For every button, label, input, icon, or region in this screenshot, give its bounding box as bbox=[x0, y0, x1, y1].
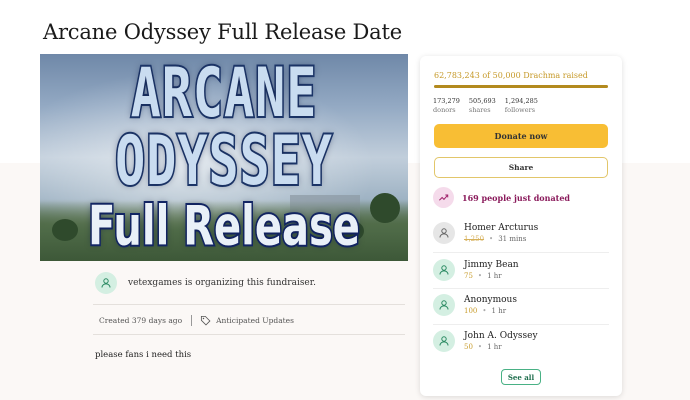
see-all-button[interactable]: See all bbox=[501, 369, 541, 385]
donor-meta: 1,250 • 31 mins bbox=[464, 234, 538, 244]
donor-name: Anonymous bbox=[464, 295, 517, 305]
donor-amount: 75 bbox=[464, 272, 473, 280]
meta-dot: • bbox=[482, 307, 487, 315]
donation-item: Homer Arcturus 1,250 • 31 mins bbox=[433, 215, 609, 251]
progress-fill bbox=[434, 85, 608, 88]
page-title: Arcane Odyssey Full Release Date bbox=[43, 20, 402, 44]
stat-value: 505,693 bbox=[468, 97, 496, 105]
story-text: please fans i need this bbox=[95, 350, 192, 360]
donor-info: John A. Odyssey 50 • 1 hr bbox=[464, 330, 538, 352]
organizer-text: vetexgames is organizing this fundraiser… bbox=[128, 278, 316, 288]
donor-name: Jimmy Bean bbox=[464, 260, 519, 270]
hero-title-line3: Full Release bbox=[87, 194, 362, 260]
tag-icon bbox=[201, 315, 211, 326]
donor-amount: 50 bbox=[464, 343, 473, 351]
meta-dot: • bbox=[489, 235, 494, 243]
donate-button[interactable]: Donate now bbox=[434, 124, 608, 148]
section-divider bbox=[93, 334, 405, 335]
hero-title-line2: ODYSSEY bbox=[114, 120, 334, 202]
stat-label: donors bbox=[433, 106, 456, 114]
share-button[interactable]: Share bbox=[434, 157, 608, 178]
trending-up-icon bbox=[433, 187, 454, 208]
recent-donations-banner: 169 people just donated bbox=[433, 187, 570, 208]
donation-item: John A. Odyssey 50 • 1 hr bbox=[433, 323, 609, 359]
person-icon bbox=[95, 272, 117, 294]
meta-separator bbox=[191, 315, 193, 326]
organizer-row: vetexgames is organizing this fundraiser… bbox=[95, 272, 316, 294]
donation-card: 62,783,243 of 50,000 Drachma raised 173,… bbox=[420, 56, 622, 396]
person-icon bbox=[433, 330, 455, 352]
stat-value: 173,279 bbox=[433, 97, 460, 105]
stats-row: 173,279 donors 505,693 shares 1,294,285 … bbox=[433, 97, 538, 115]
hero-banner-image: ARCANE ODYSSEY Full Release bbox=[40, 54, 408, 261]
stat-label: followers bbox=[504, 106, 536, 114]
donor-time: 31 mins bbox=[498, 235, 527, 243]
donor-amount: 100 bbox=[464, 307, 478, 315]
donor-meta: 100 • 1 hr bbox=[464, 306, 517, 316]
donor-amount: 1,250 bbox=[464, 235, 485, 243]
donor-time: 1 hr bbox=[491, 307, 507, 315]
meta-dot: • bbox=[477, 343, 483, 351]
donor-info: Jimmy Bean 75 • 1 hr bbox=[464, 259, 519, 281]
person-icon bbox=[433, 259, 455, 281]
donation-item: Anonymous 100 • 1 hr bbox=[433, 287, 609, 323]
donor-time: 1 hr bbox=[487, 272, 502, 280]
stat-value: 1,294,285 bbox=[504, 97, 538, 105]
stat-followers: 1,294,285 followers bbox=[505, 97, 538, 115]
stat-donors: 173,279 donors bbox=[433, 97, 460, 115]
person-icon bbox=[433, 222, 455, 244]
donor-name: John A. Odyssey bbox=[464, 331, 538, 341]
meta-dot: • bbox=[477, 272, 483, 280]
stat-shares: 505,693 shares bbox=[469, 97, 496, 115]
donor-meta: 50 • 1 hr bbox=[464, 342, 538, 352]
fundraiser-meta: Created 379 days ago Anticipated Updates bbox=[99, 315, 294, 326]
stat-label: shares bbox=[468, 106, 491, 114]
donor-info: Homer Arcturus 1,250 • 31 mins bbox=[464, 222, 538, 244]
person-icon bbox=[433, 294, 455, 316]
donor-name: Homer Arcturus bbox=[464, 223, 539, 233]
category-link[interactable]: Anticipated Updates bbox=[216, 316, 294, 325]
hero-title-line1: ARCANE bbox=[129, 54, 318, 134]
created-date: Created 379 days ago bbox=[99, 316, 183, 325]
amount-raised: 62,783,243 of 50,000 Drachma raised bbox=[434, 71, 588, 80]
donor-meta: 75 • 1 hr bbox=[464, 271, 519, 281]
section-divider bbox=[93, 304, 405, 305]
donor-time: 1 hr bbox=[487, 343, 502, 351]
progress-bar bbox=[434, 85, 608, 88]
donor-info: Anonymous 100 • 1 hr bbox=[464, 294, 517, 316]
donation-item: Jimmy Bean 75 • 1 hr bbox=[433, 252, 609, 288]
recent-donations-text: 169 people just donated bbox=[462, 192, 571, 203]
